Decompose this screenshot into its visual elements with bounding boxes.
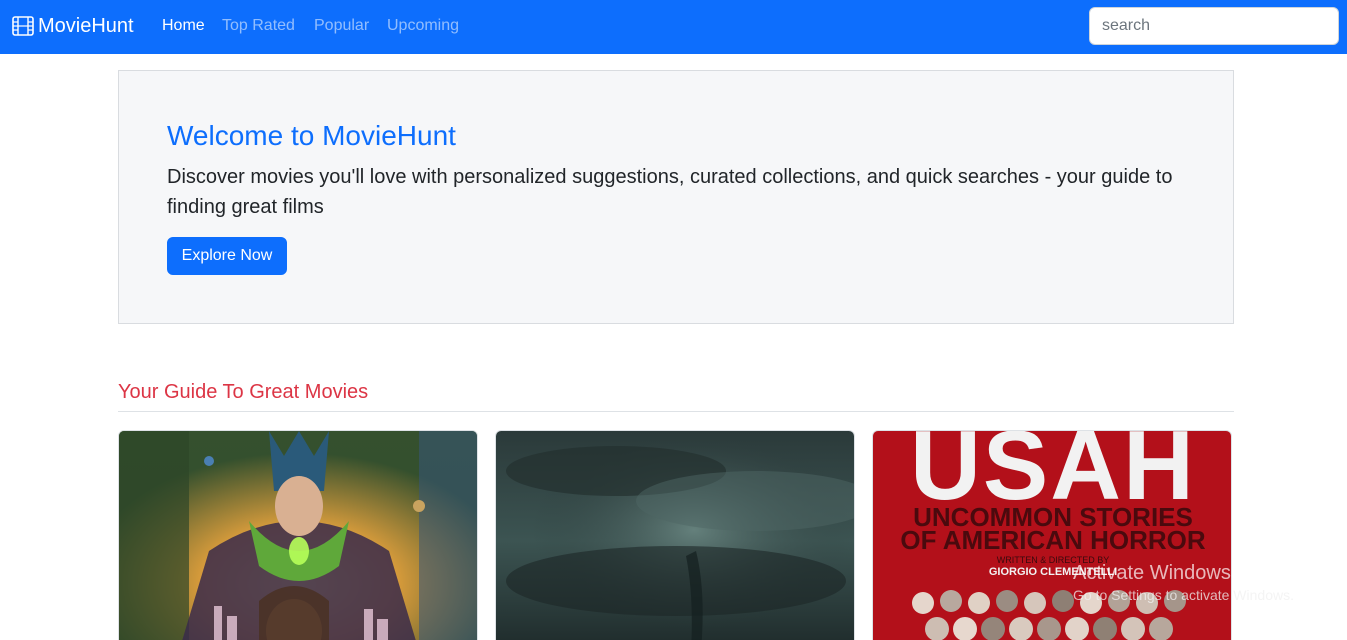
movie-card[interactable] <box>495 430 855 640</box>
nav-link-popular[interactable]: Popular <box>314 16 369 36</box>
brand-name: MovieHunt <box>38 15 134 37</box>
hero-banner: Welcome to MovieHunt Discover movies you… <box>118 70 1234 324</box>
poster-credit-label: WRITTEN & DIRECTED BY <box>997 555 1110 565</box>
brand-link[interactable]: MovieHunt <box>12 13 134 39</box>
section-divider <box>118 411 1234 412</box>
explore-now-button[interactable]: Explore Now <box>167 237 287 275</box>
nav-link-upcoming[interactable]: Upcoming <box>387 16 459 36</box>
film-icon <box>12 16 34 36</box>
nav-link-top-rated[interactable]: Top Rated <box>222 16 295 36</box>
movie-poster: USAH UNCOMMON STORIES OF AMERICAN HORROR… <box>873 431 1231 640</box>
search-input[interactable] <box>1089 7 1339 45</box>
section-title: Your Guide To Great Movies <box>118 381 369 403</box>
movie-poster <box>496 431 854 640</box>
navbar: MovieHunt Home Top Rated Popular Upcomin… <box>0 0 1347 54</box>
hero-title: Welcome to MovieHunt <box>167 120 456 151</box>
nav-link-home[interactable]: Home <box>162 16 205 36</box>
movie-poster <box>119 431 477 640</box>
movie-card[interactable] <box>118 430 478 640</box>
poster-credit-name: GIORGIO CLEMENTELLI <box>989 566 1117 578</box>
movie-card[interactable]: USAH UNCOMMON STORIES OF AMERICAN HORROR… <box>872 430 1232 640</box>
poster-subtitle-2: OF AMERICAN HORROR <box>900 525 1205 555</box>
hero-description: Discover movies you'll love with persona… <box>167 166 1173 218</box>
